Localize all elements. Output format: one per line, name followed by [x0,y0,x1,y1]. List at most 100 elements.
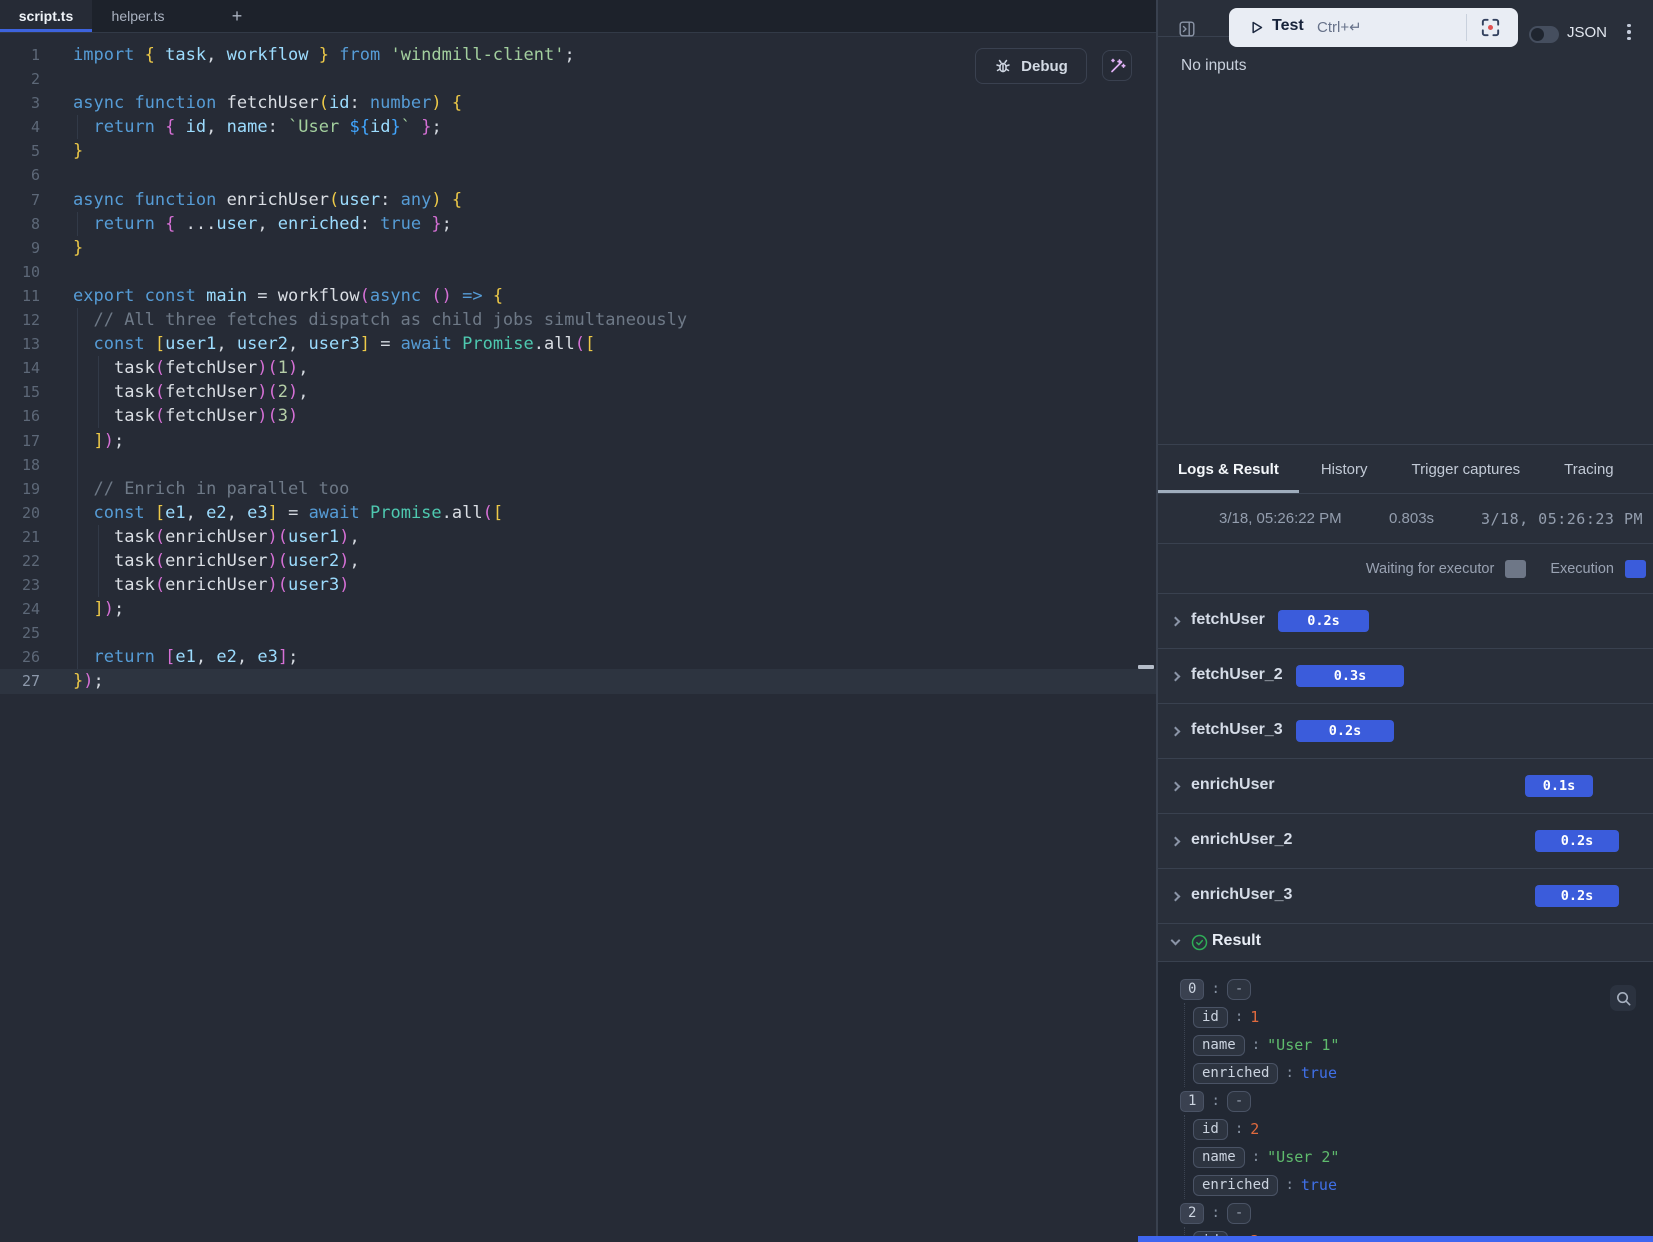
line-number: 22 [0,549,40,573]
field-value: "User 1" [1267,1036,1339,1054]
key-badge: name [1193,1035,1245,1056]
tab-tracing[interactable]: Tracing [1542,445,1635,493]
result-tree: 0:-id:1name:"User 1"enriched:true1:-id:2… [1158,962,1653,1242]
windmill-script-editor: script.tshelper.ts + 1import { task, wor… [0,0,1653,1242]
line-number: 6 [0,163,40,187]
result-index-row: 0:- [1158,975,1653,1003]
editor-tab-helper.ts[interactable]: helper.ts [92,0,184,32]
job-name: fetchUser_3 [1191,721,1283,739]
code-line: 14 task(fetchUser)(1), [0,356,1156,380]
line-number: 23 [0,573,40,597]
timeline-row-fetchUser_3[interactable]: fetchUser_3 0.2s [1158,704,1653,759]
job-name: fetchUser_2 [1191,666,1283,684]
legend-swatch [1625,560,1646,578]
timeline-row-enrichUser_3[interactable]: enrichUser_30.2s [1158,869,1653,924]
execution-bar: 0.2s [1296,720,1394,742]
key-badge: enriched [1193,1175,1278,1196]
code-line: 9} [0,236,1156,260]
test-button[interactable]: Test [1272,17,1304,35]
tab-history[interactable]: History [1299,445,1390,493]
collapse-toggle[interactable]: - [1227,979,1251,1000]
code-line-content: task(fetchUser)(3) [73,404,298,428]
line-number: 14 [0,356,40,380]
result-header-row[interactable]: Result [1158,924,1653,962]
result-field-row: enriched:true [1193,1171,1653,1199]
panel-accent-bar [1138,1236,1653,1242]
code-line-content: const [user1, user2, user3] = await Prom… [73,332,595,356]
code-line-content: } [73,236,83,260]
code-line: 11export const main = workflow(async () … [0,284,1156,308]
line-number: 27 [0,669,40,693]
result-label: Result [1212,932,1261,950]
ai-assistant-button[interactable] [1102,50,1132,81]
field-value: 1 [1250,1008,1259,1026]
key-badge: id [1193,1119,1228,1140]
code-line: 22 task(enrichUser)(user2), [0,549,1156,573]
key-badge: enriched [1193,1063,1278,1084]
result-field-row: id:2 [1193,1115,1653,1143]
result-field-row: id:1 [1193,1003,1653,1031]
code-line-content: ]); [73,597,124,621]
scan-focus-button[interactable] [1479,16,1502,39]
collapse-panel-icon[interactable] [1179,21,1195,37]
line-number: 19 [0,477,40,501]
code-line-content: export const main = workflow(async () =>… [73,284,503,308]
run-finished-timestamp: 3/18, 05:26:23 PM [1481,510,1643,528]
timeline-rows: fetchUser 0.2s fetchUser_20.3s fetchUser_3 0… [1158,594,1653,924]
legend-label: Waiting for executor [1366,561,1494,577]
collapse-toggle[interactable]: - [1227,1203,1251,1224]
more-options-menu[interactable] [1622,22,1636,42]
toggle-knob [1531,28,1544,41]
result-index-row: 1:- [1158,1087,1653,1115]
job-name: fetchUser [1191,611,1265,629]
execution-bar: 0.2s [1278,610,1369,632]
timeline-row-fetchUser[interactable]: fetchUser 0.2s [1158,594,1653,649]
key-badge: name [1193,1147,1245,1168]
result-json-viewer: 0:-id:1name:"User 1"enriched:true1:-id:2… [1158,962,1653,1242]
scrollbar-cursor-marker[interactable] [1138,665,1154,669]
run-duration: 0.803s [1389,510,1434,527]
line-number: 20 [0,501,40,525]
line-number: 5 [0,139,40,163]
timeline-row-fetchUser_2[interactable]: fetchUser_20.3s [1158,649,1653,704]
timeline-row-enrichUser_2[interactable]: enrichUser_20.2s [1158,814,1653,869]
debug-button[interactable]: Debug [975,48,1087,84]
chevron-right-icon [1171,727,1181,737]
field-value: true [1301,1176,1337,1194]
code-line-content: // All three fetches dispatch as child j… [73,308,687,332]
collapse-toggle[interactable]: - [1227,1091,1251,1112]
execution-bar: 0.2s [1535,885,1619,907]
timeline-legend: Waiting for executorExecution [1158,544,1653,594]
tab-logs-result[interactable]: Logs & Result [1158,445,1299,493]
editor-tab-script.ts[interactable]: script.ts [0,0,92,32]
no-inputs-label: No inputs [1181,57,1246,75]
code-line: 7async function enrichUser(user: any) { [0,188,1156,212]
chevron-down-icon [1171,936,1181,946]
field-value: 2 [1250,1120,1259,1138]
line-number: 9 [0,236,40,260]
line-number: 12 [0,308,40,332]
line-number: 18 [0,453,40,477]
json-toggle-label: JSON [1567,24,1607,41]
line-number: 8 [0,212,40,236]
new-tab-button[interactable]: + [226,0,248,33]
editor-tabs: script.tshelper.ts [0,0,184,32]
code-line: 4 return { id, name: `User ${id}` }; [0,115,1156,139]
code-editor[interactable]: 1import { task, workflow } from 'windmil… [0,33,1156,1242]
search-result-button[interactable] [1610,985,1636,1011]
key-badge: id [1193,1007,1228,1028]
json-toggle[interactable] [1529,26,1559,43]
magic-wand-icon [1108,56,1127,75]
line-number: 7 [0,188,40,212]
code-line-content: }); [73,669,104,693]
code-line: 19 // Enrich in parallel too [0,477,1156,501]
code-editor-pane: script.tshelper.ts + 1import { task, wor… [0,0,1158,1242]
line-number: 15 [0,380,40,404]
test-shortcut: Ctrl+↵ [1317,18,1362,36]
code-line-content: return { ...user, enriched: true }; [73,212,452,236]
execution-bar: 0.1s [1525,775,1593,797]
execution-bar: 0.2s [1535,830,1619,852]
tab-trigger-captures[interactable]: Trigger captures [1390,445,1543,493]
timeline-row-enrichUser[interactable]: enrichUser0.1s [1158,759,1653,814]
chevron-right-icon [1171,617,1181,627]
